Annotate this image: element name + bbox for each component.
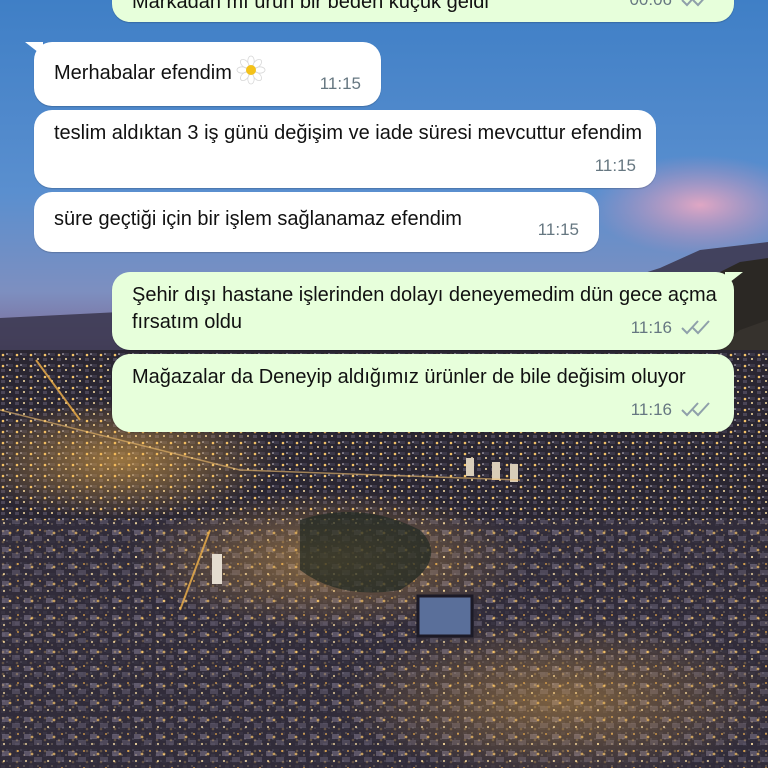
message-text: Merhabalar efendim xyxy=(54,55,361,87)
chat-screen: Markadan mı ürün bir beden küçük geldi 0… xyxy=(0,0,768,768)
message-meta: 11:16 xyxy=(631,314,714,341)
message-bubble-incoming[interactable]: süre geçtiği için bir işlem sağlanamaz e… xyxy=(34,192,599,252)
message-meta: 00:06 xyxy=(629,0,714,13)
double-check-icon xyxy=(681,402,710,417)
message-text: Markadan mı ürün bir beden küçük geldi xyxy=(132,0,489,13)
message-time: 11:15 xyxy=(319,74,361,93)
message-time: 11:16 xyxy=(630,400,672,419)
message-bubble-outgoing[interactable]: Mağazalar da Deneyip aldığımız ürünler d… xyxy=(112,354,734,432)
message-meta: 11:15 xyxy=(538,216,579,243)
message-time: 11:16 xyxy=(630,318,672,337)
double-check-icon xyxy=(681,0,704,7)
message-time: 11:15 xyxy=(594,156,636,175)
message-bubble-incoming[interactable]: Merhabalar efendim 11:15 xyxy=(25,42,381,106)
bubble-tail xyxy=(725,272,743,286)
bubble-tail xyxy=(25,42,43,56)
message-text: teslim aldıktan 3 iş günü değişim ve iad… xyxy=(54,122,643,144)
message-bubble-outgoing[interactable]: Markadan mı ürün bir beden küçük geldi 0… xyxy=(112,0,734,22)
double-check-icon xyxy=(681,320,710,335)
daisy-icon xyxy=(236,55,266,85)
message-time: 11:15 xyxy=(537,220,579,239)
message-meta: 11:15 xyxy=(595,152,636,179)
message-text: süre geçtiği için bir işlem sağlanamaz e… xyxy=(54,208,462,230)
message-time: 00:06 xyxy=(629,0,672,13)
message-meta: 11:16 xyxy=(631,396,714,423)
message-meta: 11:15 xyxy=(320,70,361,97)
message-text: Mağazalar da Deneyip aldığımız ürünler d… xyxy=(132,366,686,388)
message-bubble-incoming[interactable]: teslim aldıktan 3 iş günü değişim ve iad… xyxy=(34,110,656,188)
message-bubble-outgoing[interactable]: Şehir dışı hastane işlerinden dolayı den… xyxy=(112,272,743,350)
